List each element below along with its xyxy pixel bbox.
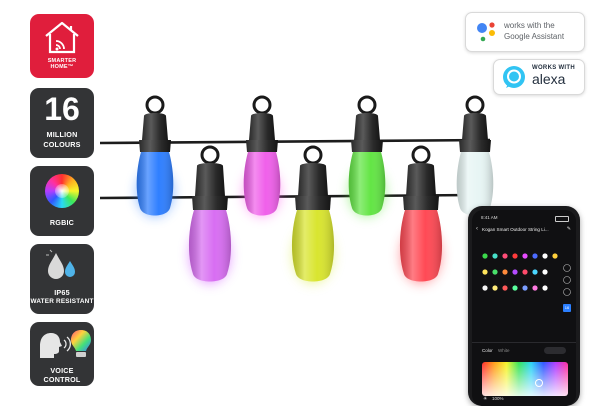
brightness-icon: ☀ bbox=[483, 396, 488, 402]
rgbic-badge: RGBIC bbox=[30, 166, 94, 236]
google-assistant-icon bbox=[477, 22, 495, 42]
edit-icon[interactable]: ✎ bbox=[567, 226, 571, 232]
upper-cord bbox=[99, 138, 491, 145]
droplets-icon bbox=[46, 249, 75, 279]
bulb-white bbox=[456, 95, 494, 216]
color-picker[interactable] bbox=[482, 362, 568, 396]
colours-badge: 16 MILLION COLOURS bbox=[30, 88, 94, 158]
water-resistant-label: WATER RESISTANT bbox=[30, 298, 94, 305]
smarter-home-badge: SMARTER HOME™ bbox=[30, 14, 94, 78]
home-label: HOME™ bbox=[50, 64, 74, 70]
house-wifi-icon bbox=[45, 21, 79, 54]
google-line1: works with the bbox=[504, 21, 555, 30]
lower-cord bbox=[99, 193, 476, 200]
colours-million-label: MILLION bbox=[46, 130, 78, 139]
voice-label: VOICE bbox=[50, 366, 74, 375]
bulb-pink bbox=[243, 95, 281, 216]
voice-control-badge: VOICE CONTROL bbox=[30, 322, 94, 386]
google-line2: Google Assistant bbox=[504, 32, 565, 41]
phone-number-badge: 16 bbox=[564, 305, 570, 310]
control-label: CONTROL bbox=[43, 375, 81, 384]
bulb-red bbox=[399, 145, 443, 283]
brightness-value: 100% bbox=[492, 396, 504, 401]
status-icons bbox=[555, 216, 569, 222]
colours-number: 16 bbox=[44, 91, 80, 127]
back-arrow-icon[interactable]: ‹ bbox=[476, 226, 478, 232]
google-assistant-badge: works with the Google Assistant bbox=[465, 12, 585, 52]
water-resistant-badge: IP65 WATER RESISTANT bbox=[30, 244, 94, 314]
phone-screen: 8:41 AM ‹ Kogan Smart Outdoor String Li.… bbox=[472, 210, 576, 406]
tab-white[interactable]: White bbox=[498, 348, 510, 353]
bulb-green bbox=[348, 95, 386, 216]
phone-divider bbox=[472, 342, 576, 343]
tab-color[interactable]: Color bbox=[482, 348, 493, 353]
bulb-violet bbox=[188, 145, 232, 283]
alexa-wordmark: alexa bbox=[532, 71, 566, 87]
color-wheel-icon bbox=[45, 174, 79, 208]
ip65-label: IP65 bbox=[54, 288, 70, 297]
color-picker-handle[interactable] bbox=[535, 379, 543, 387]
colours-label: COLOURS bbox=[43, 140, 81, 149]
alexa-badge: WORKS WITH alexa bbox=[493, 59, 585, 95]
phone-time: 8:41 AM bbox=[481, 215, 498, 220]
rgbic-label: RGBIC bbox=[49, 218, 75, 227]
smartphone: 8:41 AM ‹ Kogan Smart Outdoor String Li.… bbox=[468, 206, 580, 406]
voice-bulb-icon bbox=[40, 330, 91, 358]
phone-app-title: Kogan Smart Outdoor String Li... bbox=[482, 227, 549, 232]
mode-toggle[interactable] bbox=[544, 347, 566, 354]
color-preset-grid[interactable] bbox=[472, 250, 576, 330]
alexa-icon bbox=[503, 66, 525, 88]
bulb-blue bbox=[136, 95, 174, 216]
bulb-yellow bbox=[291, 145, 335, 283]
